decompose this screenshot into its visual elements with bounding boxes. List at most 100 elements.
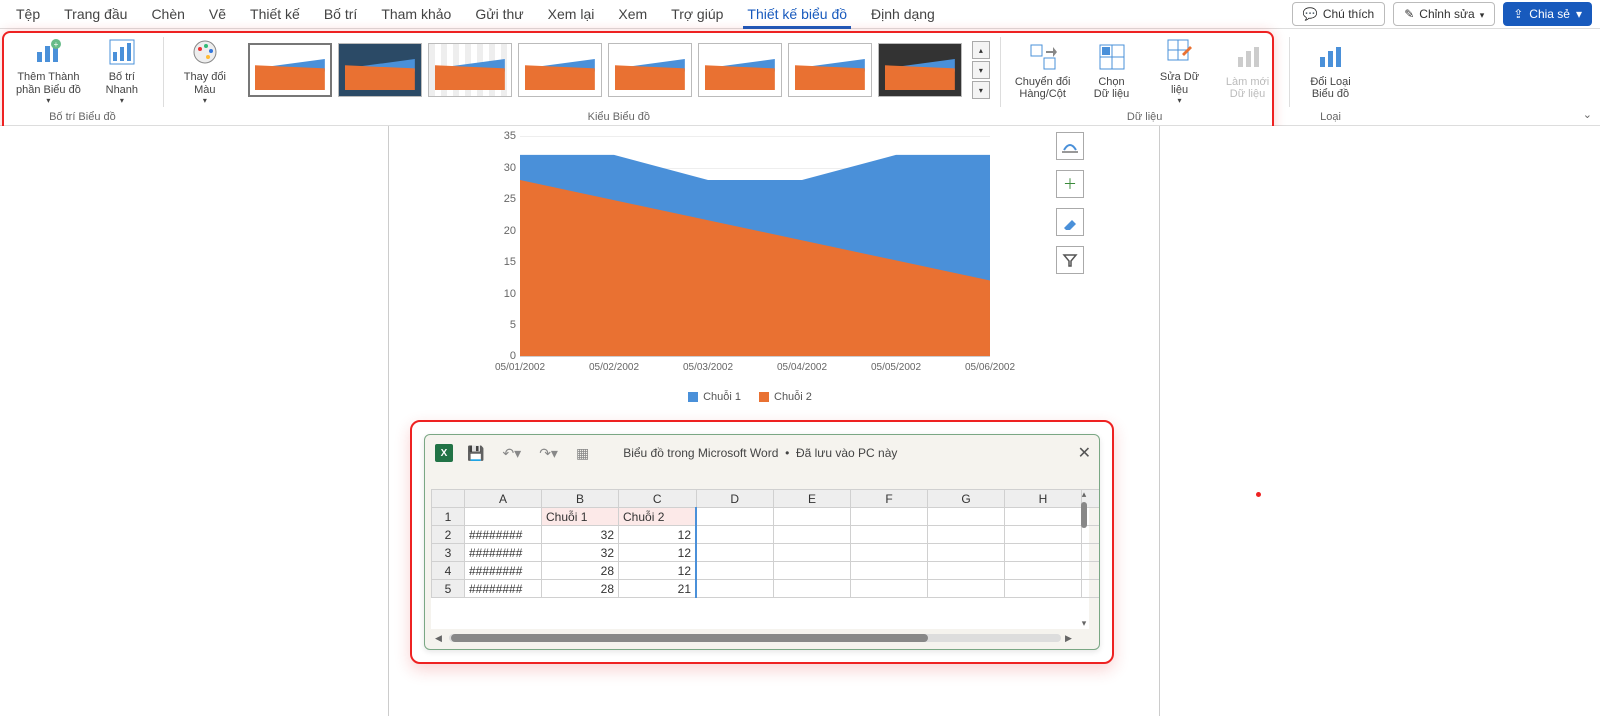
- col-header[interactable]: D: [696, 490, 774, 508]
- chart-style-3[interactable]: [428, 43, 512, 97]
- cell[interactable]: 28: [542, 562, 619, 580]
- chart-filters-button[interactable]: [1056, 246, 1084, 274]
- chart-style-8[interactable]: [878, 43, 962, 97]
- styles-scroll-up[interactable]: ▴: [972, 41, 990, 59]
- col-header[interactable]: C: [619, 490, 697, 508]
- cell[interactable]: 12: [619, 526, 697, 544]
- cell[interactable]: 21: [619, 580, 697, 598]
- cell[interactable]: [696, 508, 774, 526]
- cell[interactable]: Chuỗi 1: [542, 508, 619, 526]
- legend-swatch-1: [688, 392, 698, 402]
- cell[interactable]: [851, 508, 928, 526]
- excel-data-window[interactable]: X 💾 ↶▾ ↷▾ ▦ Biểu đồ trong Microsoft Word…: [424, 434, 1100, 650]
- tab-draw[interactable]: Vẽ: [197, 0, 238, 28]
- col-header[interactable]: F: [851, 490, 928, 508]
- cell[interactable]: [465, 508, 542, 526]
- col-header[interactable]: G: [928, 490, 1005, 508]
- editing-mode-button[interactable]: ✎ Chỉnh sửa ▾: [1393, 2, 1495, 26]
- cell[interactable]: Chuỗi 2: [619, 508, 697, 526]
- row-header[interactable]: 4: [432, 562, 465, 580]
- change-chart-type-button[interactable]: Đổi Loại Biểu đồ: [1300, 38, 1362, 103]
- quick-layout-button[interactable]: Bố trí Nhanh ▾: [91, 33, 153, 107]
- row-header[interactable]: 1: [432, 508, 465, 526]
- x-tick: 05/04/2002: [777, 362, 827, 373]
- palette-icon: [191, 35, 219, 69]
- col-header[interactable]: B: [542, 490, 619, 508]
- save-icon[interactable]: 💾: [463, 445, 488, 462]
- y-tick: 20: [496, 225, 516, 237]
- tab-insert[interactable]: Chèn: [139, 0, 196, 28]
- col-header[interactable]: H: [1005, 490, 1082, 508]
- layout-options-button[interactable]: [1056, 132, 1084, 160]
- close-button[interactable]: ✕: [1078, 443, 1091, 463]
- comments-button[interactable]: 💬 Chú thích: [1292, 2, 1385, 26]
- share-icon: ⇪: [1513, 7, 1523, 21]
- legend-label-1: Chuỗi 1: [703, 391, 741, 403]
- spreadsheet-grid[interactable]: A B C D E F G H I 1 Chuỗi 1 Chuỗi: [431, 489, 1089, 629]
- undo-icon[interactable]: ↶▾: [498, 445, 525, 462]
- cell[interactable]: [774, 508, 851, 526]
- cell[interactable]: 32: [542, 526, 619, 544]
- tab-home[interactable]: Trang đầu: [52, 0, 139, 28]
- row-header[interactable]: 2: [432, 526, 465, 544]
- chart-style-4[interactable]: [518, 43, 602, 97]
- tab-chart-design[interactable]: Thiết kế biểu đồ: [735, 0, 859, 28]
- cell[interactable]: 12: [619, 562, 697, 580]
- editing-label: Chỉnh sửa: [1419, 7, 1474, 21]
- tab-layout[interactable]: Bố trí: [312, 0, 369, 28]
- group-data-label: Dữ liệu: [1127, 111, 1163, 123]
- tab-format[interactable]: Định dạng: [859, 0, 947, 28]
- refresh-label: Làm mới Dữ liệu: [1226, 76, 1269, 101]
- chart-elements-button[interactable]: ＋: [1056, 170, 1084, 198]
- styles-more[interactable]: ▾: [972, 81, 990, 99]
- chart-style-7[interactable]: [788, 43, 872, 97]
- select-data-button[interactable]: Chọn Dữ liệu: [1081, 38, 1143, 103]
- group-chart-styles: ▴ ▾ ▾ Kiểu Biểu đồ: [242, 33, 996, 125]
- row-header[interactable]: 5: [432, 580, 465, 598]
- chart-style-1[interactable]: [248, 43, 332, 97]
- x-tick: 05/01/2002: [495, 362, 545, 373]
- horizontal-scrollbar[interactable]: ◀ ▶: [435, 633, 1075, 643]
- menu-tabs: Tệp Trang đầu Chèn Vẽ Thiết kế Bố trí Th…: [0, 0, 1600, 29]
- chart-style-2[interactable]: [338, 43, 422, 97]
- cell[interactable]: 32: [542, 544, 619, 562]
- cell[interactable]: ########: [465, 562, 542, 580]
- redo-icon[interactable]: ↷▾: [535, 445, 562, 462]
- switch-label: Chuyển đổi Hàng/Cột: [1015, 76, 1071, 101]
- styles-scroll-down[interactable]: ▾: [972, 61, 990, 79]
- share-label: Chia sẻ: [1529, 7, 1570, 21]
- cell[interactable]: ########: [465, 580, 542, 598]
- collapse-ribbon-button[interactable]: ⌄: [1583, 108, 1592, 121]
- chart-style-5[interactable]: [608, 43, 692, 97]
- col-header[interactable]: E: [774, 490, 851, 508]
- cell[interactable]: 28: [542, 580, 619, 598]
- tab-help[interactable]: Trợ giúp: [659, 0, 735, 28]
- col-header[interactable]: A: [465, 490, 542, 508]
- tab-view[interactable]: Xem: [606, 0, 659, 28]
- chart-styles-button[interactable]: [1056, 208, 1084, 236]
- tab-file[interactable]: Tệp: [4, 0, 52, 28]
- edit-in-excel-icon[interactable]: ▦: [572, 445, 593, 462]
- cell[interactable]: [1005, 508, 1082, 526]
- add-chart-element-button[interactable]: + Thêm Thành phần Biểu đồ ▾: [12, 33, 85, 107]
- tab-references[interactable]: Tham khảo: [369, 0, 463, 28]
- tab-design[interactable]: Thiết kế: [238, 0, 312, 28]
- select-all-corner[interactable]: [432, 490, 465, 508]
- embedded-chart[interactable]: 35 30 25 20 15 10 5 0 05/01/2002 05/02/2…: [490, 136, 1010, 406]
- row-header[interactable]: 3: [432, 544, 465, 562]
- share-button[interactable]: ⇪ Chia sẻ ▾: [1503, 2, 1592, 26]
- change-colors-button[interactable]: Thay đổi Màu ▾: [174, 33, 236, 107]
- edit-data-label: Sửa Dữ liệu: [1160, 71, 1199, 96]
- x-tick: 05/06/2002: [965, 362, 1015, 373]
- chart-style-6[interactable]: [698, 43, 782, 97]
- tab-mailings[interactable]: Gửi thư: [463, 0, 535, 28]
- cell[interactable]: 12: [619, 544, 697, 562]
- edit-data-button[interactable]: Sửa Dữ liệu ▾: [1149, 33, 1211, 107]
- vertical-scrollbar[interactable]: ▴▾: [1079, 489, 1089, 629]
- switch-row-col-button[interactable]: Chuyển đổi Hàng/Cột: [1011, 38, 1075, 103]
- cell[interactable]: ########: [465, 526, 542, 544]
- tab-review[interactable]: Xem lại: [536, 0, 607, 28]
- cell[interactable]: [928, 508, 1005, 526]
- switch-icon: [1029, 40, 1057, 74]
- cell[interactable]: ########: [465, 544, 542, 562]
